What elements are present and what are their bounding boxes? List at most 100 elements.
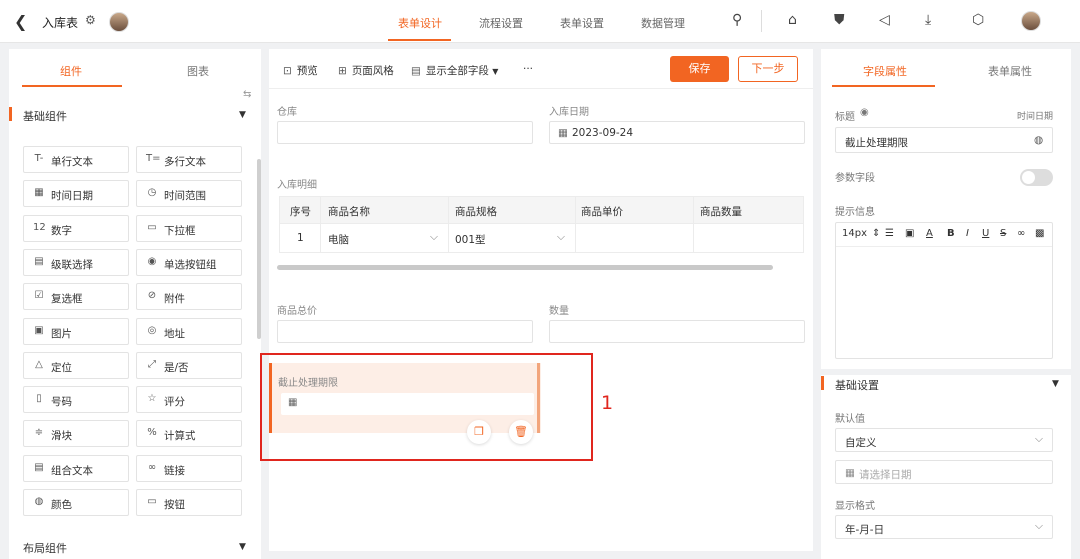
avatar[interactable] <box>109 12 129 32</box>
cell-divider <box>693 224 694 252</box>
download-icon[interactable]: ⤓ <box>925 12 931 28</box>
search-icon[interactable]: ⚲ <box>732 12 742 28</box>
shirt-icon[interactable]: ⛊ <box>834 12 845 28</box>
default-value-select[interactable]: 自定义 ⌵ <box>835 428 1053 452</box>
page-style-button[interactable]: ⊞ 页面风格 <box>338 63 394 78</box>
component-item[interactable]: % 计算式 <box>136 420 242 448</box>
eye-icon[interactable]: ◉ <box>860 107 869 118</box>
link-icon[interactable]: ∞ <box>1017 228 1025 239</box>
param-field-toggle[interactable] <box>1020 169 1053 186</box>
component-item[interactable]: ∞ 链接 <box>136 454 242 482</box>
tab-field-properties[interactable]: 字段属性 <box>863 63 907 79</box>
tab-form-design[interactable]: 表单设计 <box>398 15 442 31</box>
chevron-down-icon[interactable]: ⌵ <box>430 231 438 244</box>
component-label: 颜色 <box>51 499 72 511</box>
more-button[interactable]: ··· <box>523 63 533 75</box>
caret-down-icon[interactable]: ▼ <box>1052 379 1059 389</box>
total-input[interactable] <box>277 320 533 343</box>
component-item[interactable]: ⊘ 附件 <box>136 283 242 311</box>
globe-icon[interactable]: ◍ <box>1034 134 1043 146</box>
component-item[interactable]: ◎ 地址 <box>136 317 242 345</box>
hint-rich-editor[interactable]: 14px ⇕ ☰ ▣ A B I U S ∞ ▩ <box>835 222 1053 359</box>
component-item[interactable]: ⤢ 是/否 <box>136 351 242 379</box>
underline-icon[interactable]: U <box>982 228 989 239</box>
tab-charts[interactable]: 图表 <box>187 63 209 79</box>
horizontal-scrollbar[interactable] <box>277 265 773 270</box>
background-color-icon[interactable]: ▣ <box>905 228 914 239</box>
table-cell[interactable]: 001型 <box>455 232 486 247</box>
preview-icon: ⊡ <box>283 65 292 77</box>
document-icon: ▤ <box>411 65 421 77</box>
component-icon: ▭ <box>147 496 157 507</box>
caret-down-icon[interactable]: ▼ <box>239 110 246 120</box>
tab-data-management[interactable]: 数据管理 <box>641 15 685 31</box>
component-item[interactable]: T= 多行文本 <box>136 146 242 173</box>
date-picker-input[interactable]: ▦ 请选择日期 <box>835 460 1053 484</box>
gear-icon[interactable]: ⚙ <box>85 13 96 27</box>
component-item[interactable]: ▯ 号码 <box>23 386 129 414</box>
next-step-button[interactable]: 下一步 <box>738 56 798 82</box>
default-value: 自定义 <box>845 437 877 449</box>
tab-form-settings[interactable]: 表单设置 <box>560 15 604 31</box>
format-select[interactable]: 年-月-日 ⌵ <box>835 515 1053 539</box>
cell-divider <box>575 197 576 224</box>
component-item[interactable]: ▭ 下拉框 <box>136 214 242 242</box>
component-item[interactable]: ▦ 时间日期 <box>23 180 129 208</box>
layout-components-header[interactable]: 布局组件 <box>23 540 67 556</box>
bold-icon[interactable]: B <box>947 228 955 239</box>
component-item[interactable]: ◍ 颜色 <box>23 489 129 516</box>
date-input[interactable]: ▦ 2023-09-24 <box>549 121 805 144</box>
font-color-icon[interactable]: A <box>926 228 933 239</box>
align-icon[interactable]: ☰ <box>885 228 894 239</box>
tab-process-settings[interactable]: 流程设置 <box>479 15 523 31</box>
quantity-input[interactable] <box>549 320 805 343</box>
caret-down-icon: ▼ <box>492 67 499 76</box>
collapse-icon[interactable]: ⇆ <box>243 89 251 100</box>
hexagon-icon[interactable]: ⬡ <box>972 12 984 28</box>
component-panel: 组件 图表 ⇆ 基础组件 ▼ T- 单行文本 T= 多行文本 ▦ 时间日期 ◷ 时间范围 12 数… <box>9 49 261 559</box>
table-cell[interactable]: 电脑 <box>328 232 349 247</box>
component-item[interactable]: ☆ 评分 <box>136 386 242 414</box>
title-input[interactable]: 截止处理期限 ◍ <box>835 127 1053 153</box>
home-icon[interactable]: ⌂ <box>788 12 797 28</box>
component-item[interactable]: T- 单行文本 <box>23 146 129 173</box>
component-item[interactable]: ▣ 图片 <box>23 317 129 345</box>
tab-components[interactable]: 组件 <box>60 63 82 79</box>
component-icon: ▦ <box>34 187 44 199</box>
caret-down-icon[interactable]: ▼ <box>239 542 246 552</box>
font-size-select[interactable]: 14px <box>842 228 867 239</box>
component-item[interactable]: ▤ 组合文本 <box>23 454 129 482</box>
font-size-arrow-icon[interactable]: ⇕ <box>872 228 880 239</box>
date-placeholder: 请选择日期 <box>859 469 912 481</box>
preview-label: 预览 <box>296 65 318 77</box>
tab-form-properties[interactable]: 表单属性 <box>988 63 1032 79</box>
preview-button[interactable]: ⊡ 预览 <box>283 63 318 78</box>
component-label: 下拉框 <box>164 224 196 237</box>
basic-components-header[interactable]: 基础组件 <box>23 108 67 124</box>
cell-divider <box>693 197 694 224</box>
back-icon[interactable]: ❮ <box>14 12 27 31</box>
component-item[interactable]: ▤ 级联选择 <box>23 248 129 276</box>
warehouse-input[interactable] <box>277 121 533 144</box>
basic-settings-header[interactable]: 基础设置 <box>835 377 879 393</box>
component-item[interactable]: ◉ 单选按钮组 <box>136 248 242 276</box>
save-button[interactable]: 保存 <box>670 56 729 82</box>
italic-icon[interactable]: I <box>966 228 969 239</box>
component-icon: ▤ <box>34 461 44 473</box>
component-item[interactable]: ▭ 按钮 <box>136 489 242 516</box>
component-item[interactable]: ◷ 时间范围 <box>136 180 242 208</box>
user-avatar[interactable] <box>1021 11 1041 31</box>
chevron-down-icon[interactable]: ⌵ <box>557 231 565 244</box>
component-item[interactable]: ☑ 复选框 <box>23 283 129 311</box>
panel-tab-underline <box>22 85 122 87</box>
scrollbar[interactable] <box>257 159 261 339</box>
col-header: 商品单价 <box>581 206 623 218</box>
show-all-fields-button[interactable]: ▤ 显示全部字段 ▼ <box>411 63 498 78</box>
component-item[interactable]: 12 数字 <box>23 214 129 242</box>
image-icon[interactable]: ▩ <box>1035 228 1044 239</box>
megaphone-icon[interactable]: ◁ <box>879 12 890 28</box>
component-item[interactable]: ≑ 滑块 <box>23 420 129 448</box>
strikethrough-icon[interactable]: S <box>1000 228 1006 239</box>
form-canvas: ⊡ 预览 ⊞ 页面风格 ▤ 显示全部字段 ▼ ··· 保存 下一步 仓库 入库日期 ▦… <box>269 49 813 551</box>
component-item[interactable]: △ 定位 <box>23 351 129 379</box>
